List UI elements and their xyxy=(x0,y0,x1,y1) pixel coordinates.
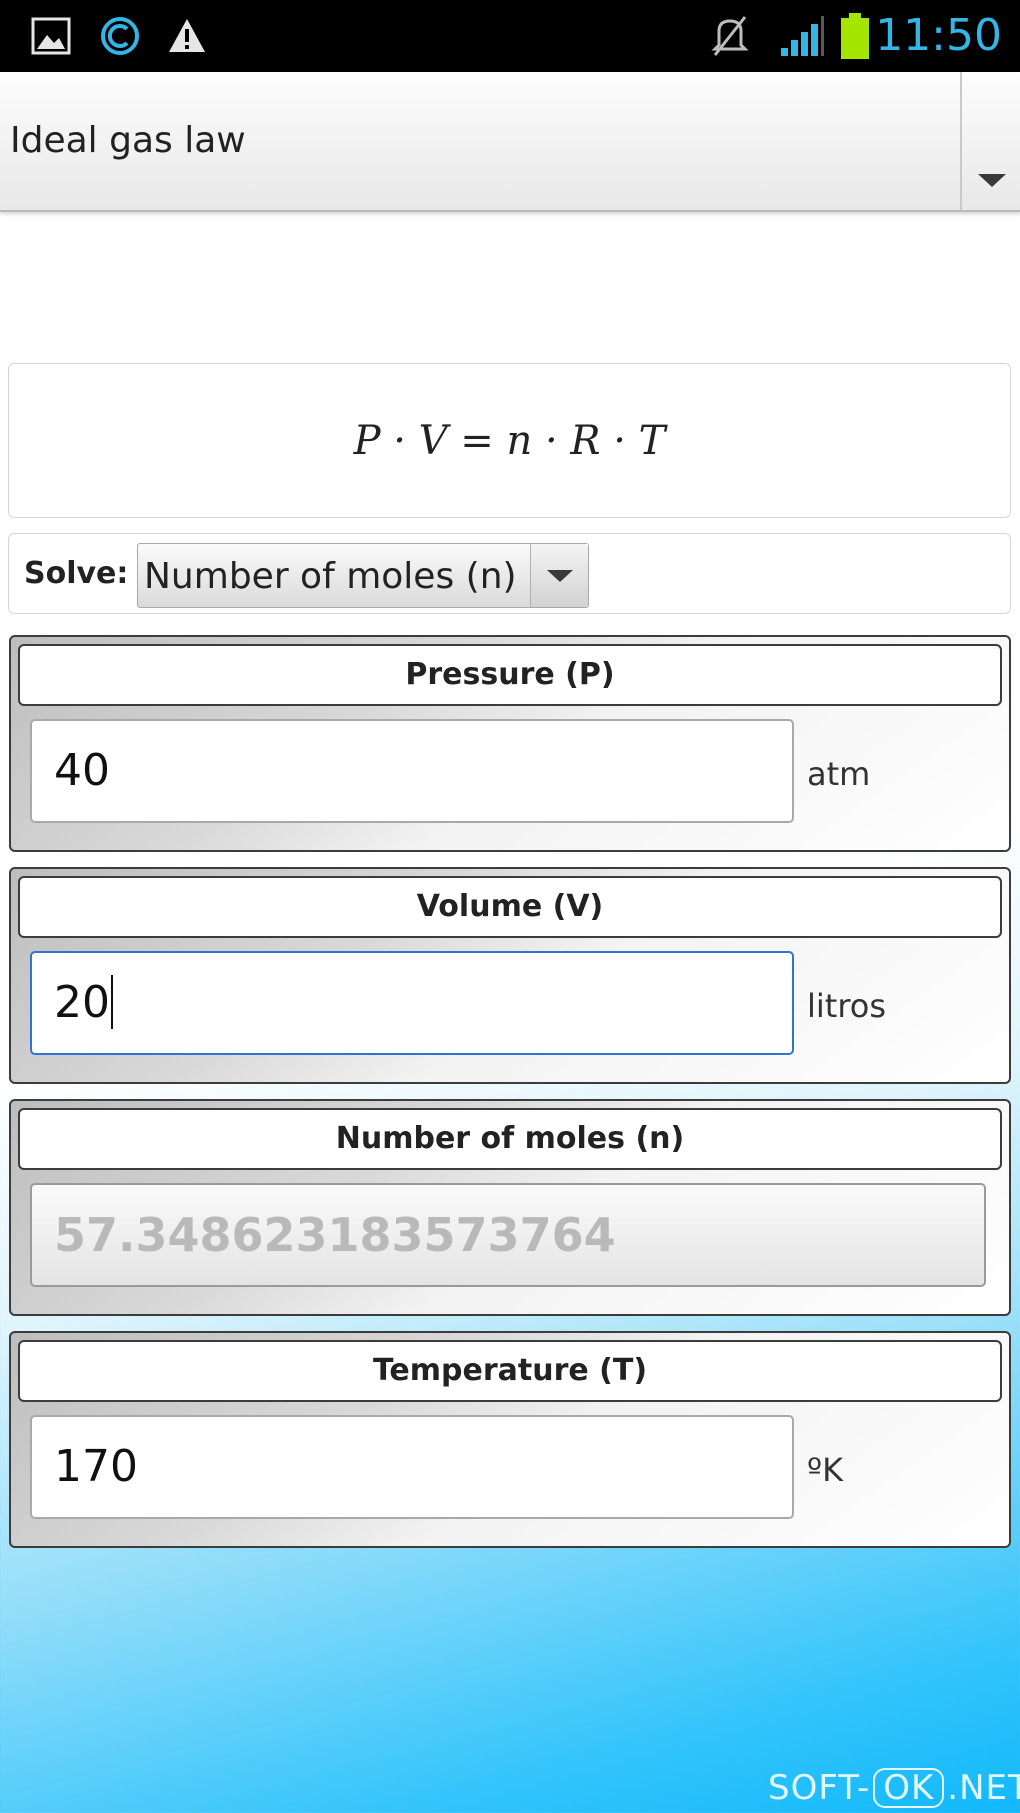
status-bar: 11:50 xyxy=(0,0,1020,72)
calculator-select-value: Ideal gas law xyxy=(10,120,246,161)
watermark: SOFT- OK .NET xyxy=(768,1766,1020,1810)
formula-text: P · V = n · R · T xyxy=(353,417,666,464)
volume-input[interactable]: 20 xyxy=(30,951,794,1055)
volume-panel: Volume (V) 20 litros xyxy=(9,867,1011,1084)
pressure-panel: Pressure (P) 40 atm xyxy=(9,635,1011,852)
moles-title: Number of moles (n) xyxy=(18,1108,1002,1170)
gallery-icon xyxy=(30,0,72,72)
muted-icon xyxy=(710,0,750,72)
moles-panel: Number of moles (n) 57.348623183573764 xyxy=(9,1099,1011,1316)
watermark-suffix: .NET xyxy=(947,1768,1020,1808)
moles-result-field: 57.348623183573764 xyxy=(30,1183,986,1287)
volume-input-value: 20 xyxy=(54,977,110,1028)
watermark-middle: OK xyxy=(873,1768,945,1808)
clock: 11:50 xyxy=(875,10,1002,61)
pressure-input[interactable]: 40 xyxy=(30,719,794,823)
sync-icon xyxy=(98,0,142,72)
solve-label: Solve: xyxy=(24,556,129,591)
formula-panel: P · V = n · R · T xyxy=(8,363,1011,518)
temperature-unit: ºK xyxy=(807,1451,844,1489)
calculator-select[interactable]: Ideal gas law xyxy=(0,72,1020,212)
solve-select-button[interactable] xyxy=(530,544,588,607)
solve-select[interactable]: Number of moles (n) xyxy=(137,543,589,608)
signal-icon xyxy=(778,0,826,72)
temperature-panel: Temperature (T) 170 ºK xyxy=(9,1331,1011,1548)
warning-icon xyxy=(166,0,208,72)
volume-title: Volume (V) xyxy=(18,876,1002,938)
solve-select-value: Number of moles (n) xyxy=(144,556,517,597)
temperature-title: Temperature (T) xyxy=(18,1340,1002,1402)
volume-unit: litros xyxy=(807,987,887,1025)
pressure-title: Pressure (P) xyxy=(18,644,1002,706)
solve-panel: Solve: Number of moles (n) xyxy=(8,533,1011,614)
pressure-unit: atm xyxy=(807,755,871,793)
battery-icon xyxy=(838,0,872,72)
chevron-down-icon xyxy=(547,570,573,582)
chevron-down-icon xyxy=(978,174,1006,187)
watermark-prefix: SOFT- xyxy=(768,1768,871,1808)
calculator-select-button[interactable] xyxy=(960,72,1020,210)
text-cursor xyxy=(111,975,113,1029)
temperature-input[interactable]: 170 xyxy=(30,1415,794,1519)
